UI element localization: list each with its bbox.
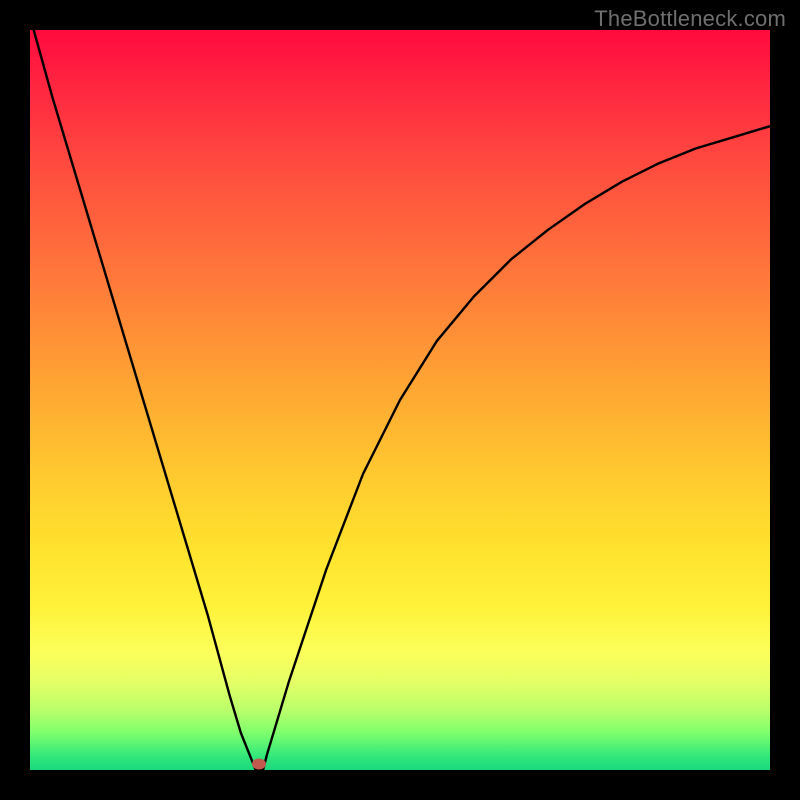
curve-svg [30,30,770,770]
optimum-marker [252,759,266,770]
bottleneck-curve [34,30,770,770]
plot-area [30,30,770,770]
watermark-text: TheBottleneck.com [594,6,786,32]
chart-frame: TheBottleneck.com [0,0,800,800]
